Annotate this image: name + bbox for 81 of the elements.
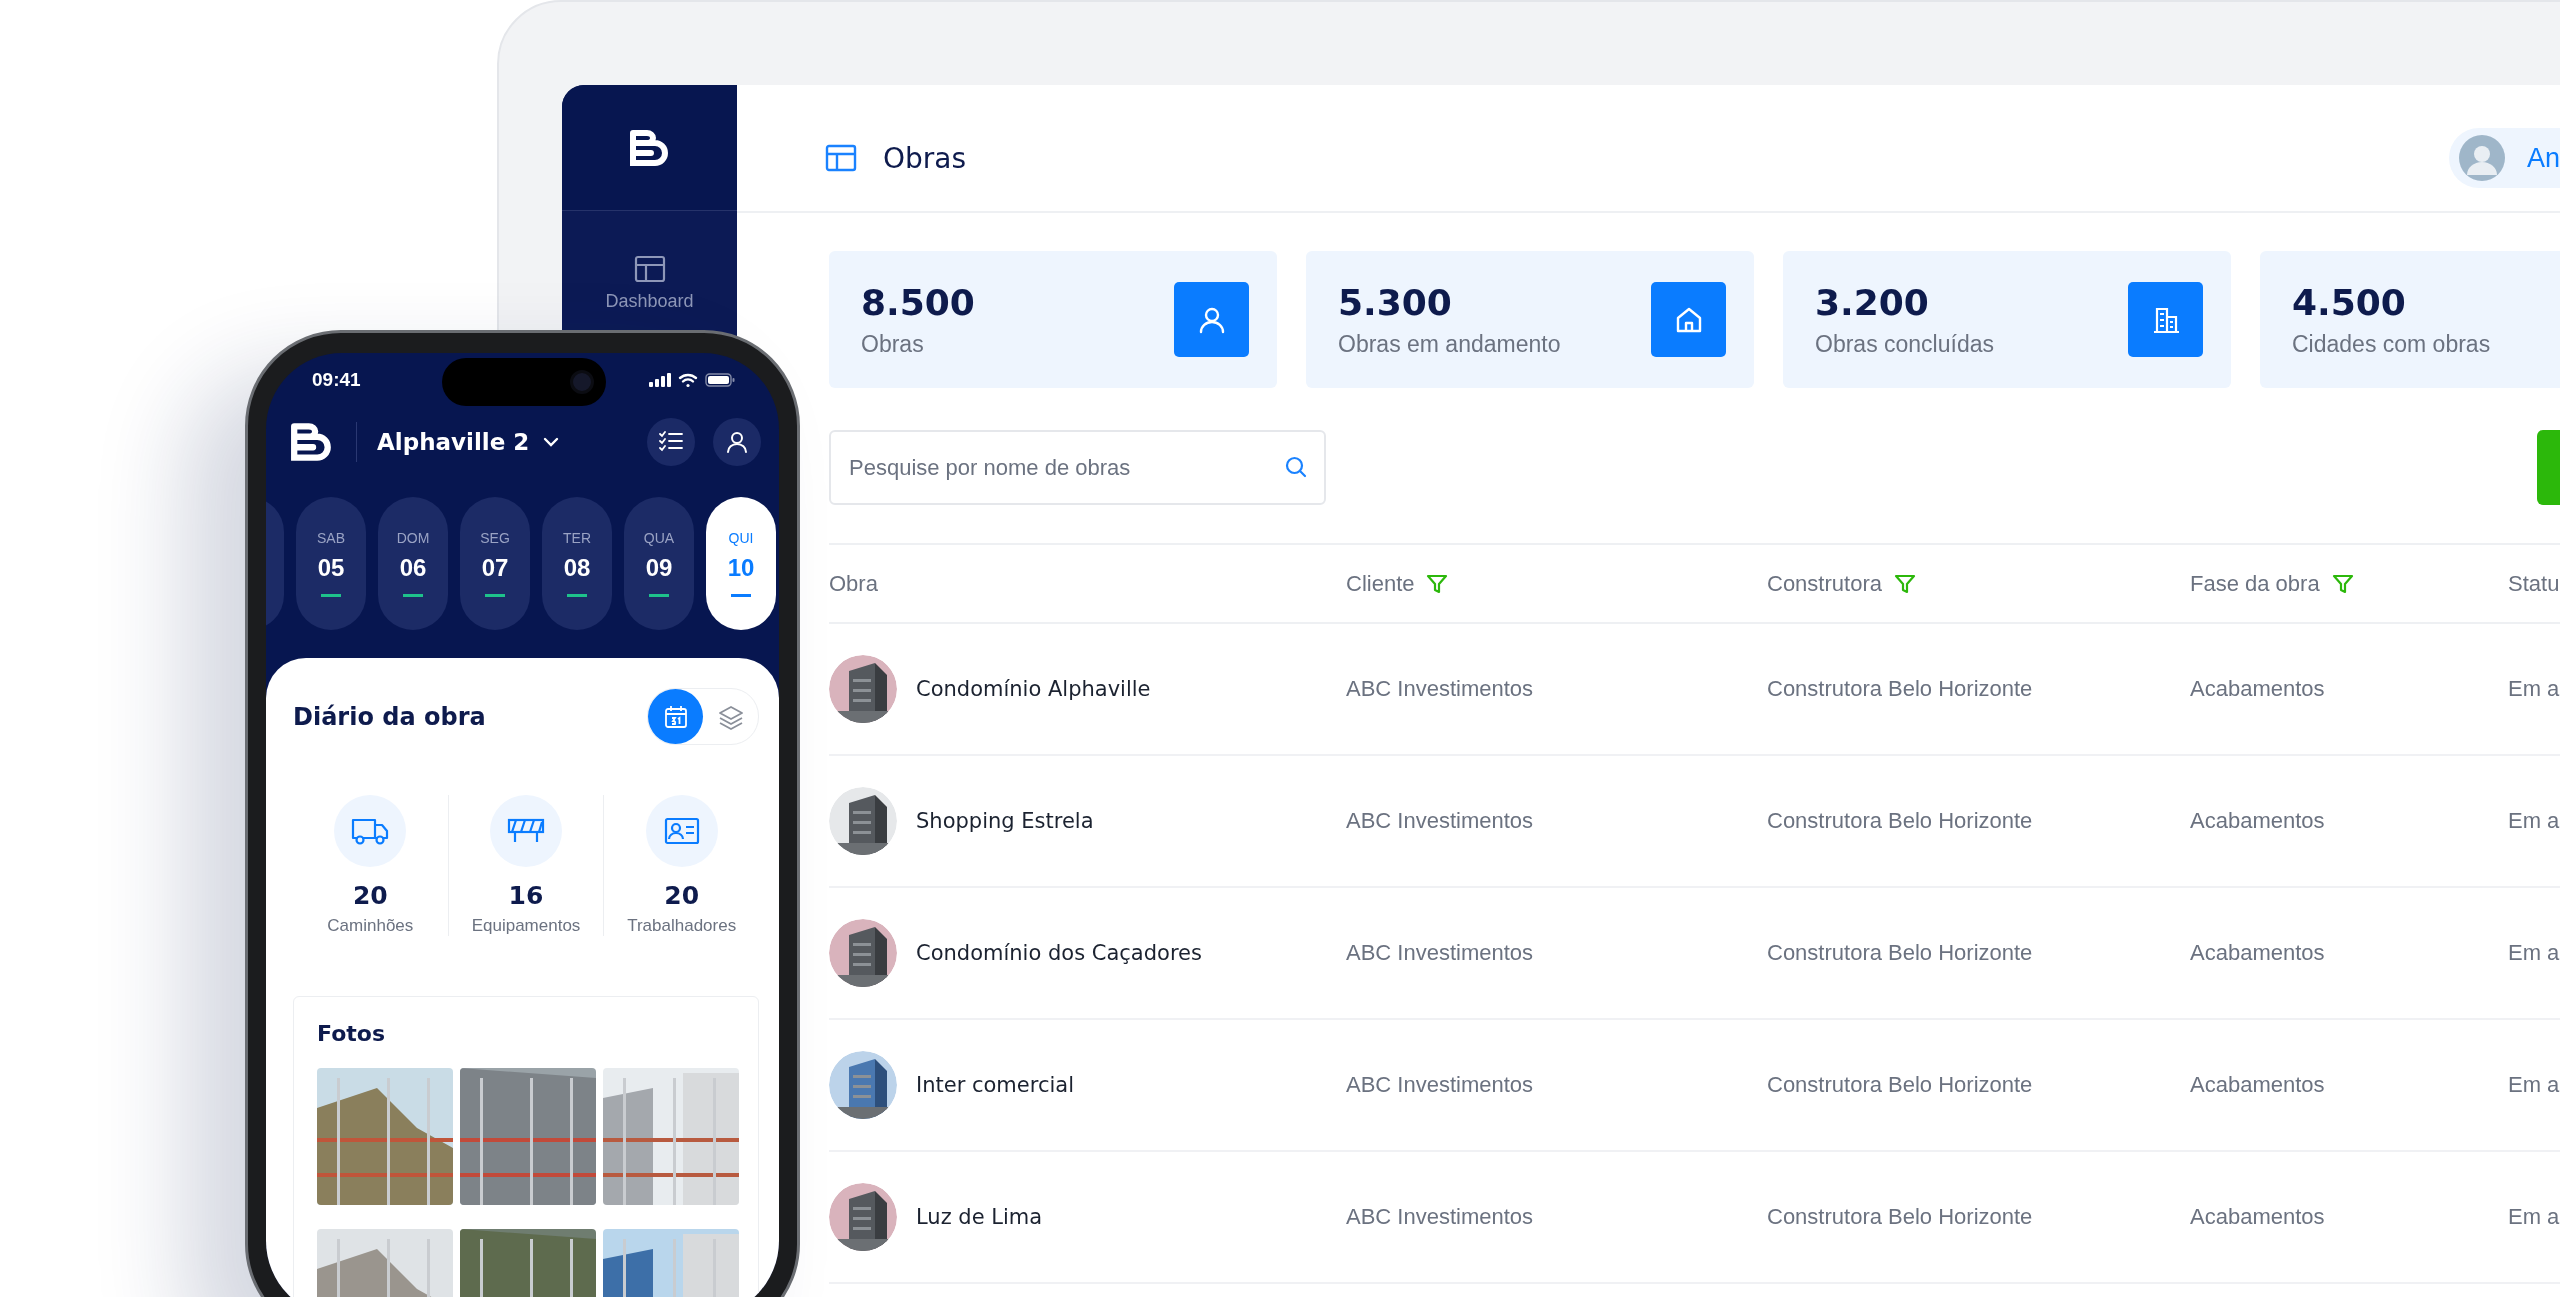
counter-label: Trabalhadores xyxy=(627,916,737,936)
phase-cell: Acabamentos xyxy=(2190,808,2325,834)
column-header: Obra xyxy=(829,570,878,597)
card-title: Fotos xyxy=(317,1021,386,1046)
table-layout-icon xyxy=(825,144,857,172)
counter-label: Caminhões xyxy=(327,916,414,936)
battery-icon xyxy=(705,373,735,387)
wifi-icon xyxy=(678,372,698,388)
project-name[interactable]: Condomínio Alphaville xyxy=(916,677,1151,701)
user-icon xyxy=(725,430,749,454)
project-name[interactable]: Inter comercial xyxy=(916,1073,1074,1097)
calendar-view-button[interactable] xyxy=(648,689,703,744)
stat-label: Obras em andamento xyxy=(1338,330,1561,358)
day-pill[interactable]: QUA 09 xyxy=(624,497,694,630)
stat-value: 3.200 xyxy=(1815,281,1930,323)
phase-cell: Acabamentos xyxy=(2190,940,2325,966)
filter-icon[interactable] xyxy=(1426,572,1449,595)
builder-cell: Construtora Belo Horizonte xyxy=(1767,676,2033,702)
building-icon xyxy=(2128,282,2203,357)
stat-value: 8.500 xyxy=(861,281,975,323)
phase-cell: Acabamentos xyxy=(2190,1072,2325,1098)
status-cell: Em a xyxy=(2508,940,2560,966)
column-header: Construtora xyxy=(1767,570,1882,597)
client-cell: ABC Investimentos xyxy=(1346,940,1534,966)
counter-value: 20 xyxy=(664,881,700,910)
user-icon xyxy=(1174,282,1249,357)
builder-cell: Construtora Belo Horizonte xyxy=(1767,808,2033,834)
counter-value: 16 xyxy=(508,881,544,910)
status-cell: Em a xyxy=(2508,1204,2560,1230)
chevron-down-icon xyxy=(543,437,560,447)
checklist-icon xyxy=(659,431,683,453)
signal-icon xyxy=(649,373,671,387)
day-pill[interactable]: SEG 07 xyxy=(460,497,530,630)
builder-cell: Construtora Belo Horizonte xyxy=(1767,1072,2033,1098)
status-time: 09:41 xyxy=(312,369,362,391)
day-pill[interactable]: SAB 05 xyxy=(296,497,366,630)
builder-cell: Construtora Belo Horizonte xyxy=(1767,940,2033,966)
client-cell: ABC Investimentos xyxy=(1346,808,1534,834)
page-title: Obras xyxy=(883,141,968,175)
project-name[interactable]: Condomínio dos Caçadores xyxy=(916,941,1202,965)
dashboard-icon xyxy=(633,255,666,283)
stat-label: Obras concluídas xyxy=(1815,330,1994,358)
phase-cell: Acabamentos xyxy=(2190,1204,2325,1230)
stat-label: Cidades com obras xyxy=(2292,330,2491,358)
stat-value: 5.300 xyxy=(1338,281,1453,323)
counter-label: Equipamentos xyxy=(471,916,581,936)
stat-value: 4.500 xyxy=(2292,281,2407,323)
avatar-icon xyxy=(2458,135,2505,181)
project-selector[interactable]: Alphaville 2 xyxy=(377,429,629,455)
home-icon xyxy=(1651,282,1726,357)
builder-cell: Construtora Belo Horizonte xyxy=(1767,1204,2033,1230)
calendar-icon xyxy=(663,704,688,729)
column-header: Cliente xyxy=(1346,570,1415,597)
day-pill[interactable]: TER 08 xyxy=(542,497,612,630)
sidebar-item[interactable]: Dashboard xyxy=(597,247,702,320)
project-name[interactable]: Luz de Lima xyxy=(916,1205,1043,1229)
stat-label: Obras xyxy=(861,330,925,358)
day-pill[interactable]: QUI 10 xyxy=(706,497,776,630)
logo-icon xyxy=(290,422,334,462)
search-icon xyxy=(1284,455,1308,479)
filter-icon[interactable] xyxy=(2331,572,2354,595)
counter-value: 20 xyxy=(352,881,388,910)
section-title: Diário da obra xyxy=(293,702,486,731)
client-cell: ABC Investimentos xyxy=(1346,1072,1534,1098)
filter-icon[interactable] xyxy=(1893,572,1916,595)
client-cell: ABC Investimentos xyxy=(1346,1204,1534,1230)
layers-icon xyxy=(717,703,744,730)
search-field[interactable]: Pesquise por nome de obras xyxy=(829,430,1326,505)
day-pill[interactable]: DOM 06 xyxy=(378,497,448,630)
status-cell: Em a xyxy=(2508,676,2560,702)
logo-icon xyxy=(628,128,671,167)
phase-cell: Acabamentos xyxy=(2190,676,2325,702)
column-header: Fase da obra xyxy=(2190,570,2320,597)
checklist-button[interactable] xyxy=(647,418,695,466)
user-menu[interactable]: An xyxy=(2448,128,2560,188)
profile-button[interactable] xyxy=(713,418,761,466)
project-name[interactable]: Shopping Estrela xyxy=(916,809,1094,833)
column-header: Statu xyxy=(2508,570,2560,597)
status-cell: Em a xyxy=(2508,808,2560,834)
status-cell: Em a xyxy=(2508,1072,2560,1098)
client-cell: ABC Investimentos xyxy=(1346,676,1534,702)
